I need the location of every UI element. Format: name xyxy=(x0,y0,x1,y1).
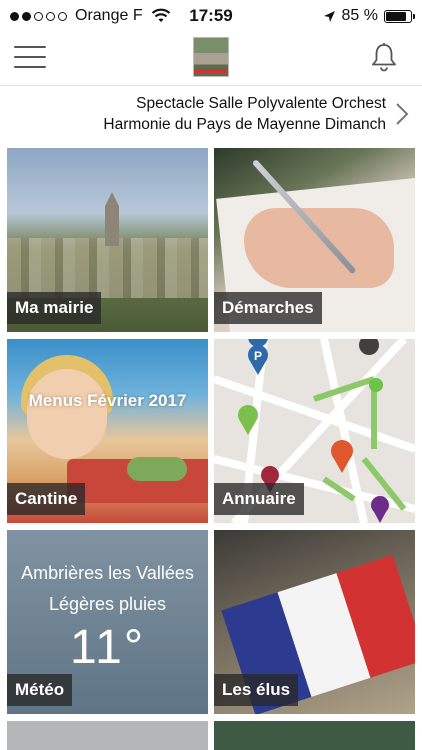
battery-icon xyxy=(384,9,415,23)
status-right: 85 % xyxy=(323,7,415,25)
tile-les-elus[interactable]: Les élus xyxy=(214,530,415,714)
weather-condition: Légères pluies xyxy=(48,594,167,614)
tile-label: Annuaire xyxy=(214,483,304,515)
tile-meteo[interactable]: Ambrières les Vallées Légères pluies 11°… xyxy=(7,530,208,714)
tile-cantine[interactable]: Menus Février 2017 Cantine xyxy=(7,339,208,523)
chevron-right-icon[interactable] xyxy=(394,101,410,127)
ticker-line-1: Spectacle Salle Polyvalente Orchest xyxy=(136,95,386,112)
app-header xyxy=(0,32,422,86)
tile-label: Les élus xyxy=(214,674,299,706)
status-bar: Orange F 17:59 85 % xyxy=(0,0,422,32)
location-arrow-icon xyxy=(323,10,335,22)
food-image xyxy=(127,457,187,481)
ticker-line-2: Harmonie du Pays de Mayenne Dimanch xyxy=(103,116,386,133)
bell-icon[interactable] xyxy=(370,42,398,72)
church-image xyxy=(105,192,119,246)
tile-label: Cantine xyxy=(7,483,86,515)
tile-ma-mairie[interactable]: Ma mairie xyxy=(7,148,208,332)
news-ticker[interactable]: Spectacle Salle Polyvalente Orchest Harm… xyxy=(0,87,422,141)
tile-label: Ma mairie xyxy=(7,292,102,324)
weather-city: Ambrières les Vallées xyxy=(21,563,194,583)
tile-label: Démarches xyxy=(214,292,322,324)
svg-text:P: P xyxy=(254,349,262,363)
hand-image xyxy=(244,208,394,288)
child-face-image xyxy=(27,369,107,459)
town-image xyxy=(7,238,208,298)
tile-annuaire[interactable]: P Annuaire xyxy=(214,339,415,523)
weather-temperature: 11° xyxy=(69,621,146,674)
battery-percent: 85 % xyxy=(341,7,378,24)
ticker-text: Spectacle Salle Polyvalente Orchest Harm… xyxy=(10,93,386,135)
town-logo[interactable] xyxy=(193,37,229,77)
menu-title: Menus Février 2017 xyxy=(28,391,187,410)
tile-partial-right[interactable] xyxy=(214,721,415,750)
tile-label: Météo xyxy=(7,674,73,706)
tile-demarches[interactable]: Démarches xyxy=(214,148,415,332)
tile-partial-left[interactable] xyxy=(7,721,208,750)
hamburger-menu-icon[interactable] xyxy=(14,46,46,68)
